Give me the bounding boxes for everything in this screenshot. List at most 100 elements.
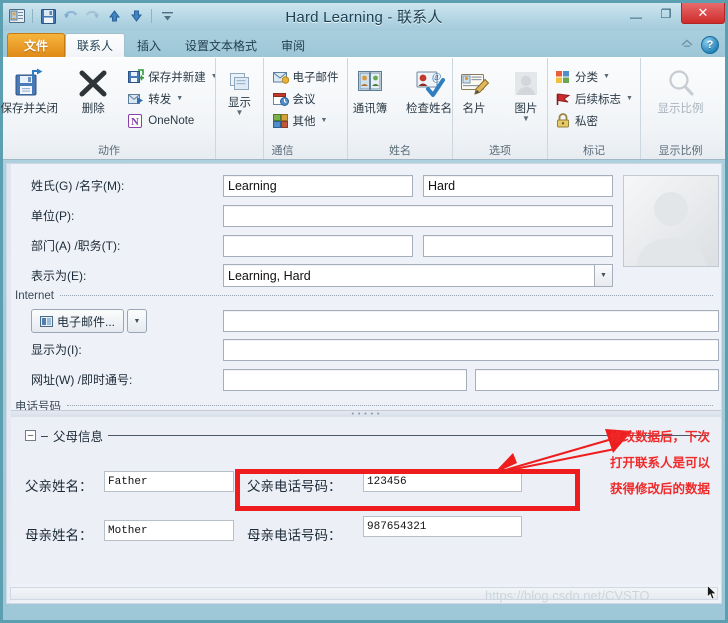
email-type-combo[interactable]: 电子邮件... ▼ xyxy=(31,309,148,333)
email-address-input[interactable] xyxy=(223,310,719,332)
save-icon[interactable] xyxy=(38,6,58,26)
email-book-icon xyxy=(40,315,53,328)
email-button[interactable]: 电子邮件 xyxy=(270,66,342,87)
categorize-button[interactable]: 分类 ▼ xyxy=(552,66,636,87)
private-button[interactable]: 私密 xyxy=(552,110,636,131)
delete-button[interactable]: 删除 xyxy=(61,64,125,117)
im-address-input[interactable] xyxy=(475,369,719,391)
web-page-input[interactable] xyxy=(223,369,467,391)
ribbon: 保存并关闭 删除 保存并新建 ▼ 转发 ▼ N OneNote 动作 显示 ▼ … xyxy=(0,57,725,160)
address-book-button[interactable]: 通讯簿 xyxy=(342,64,398,117)
chevron-down-icon[interactable]: ▼ xyxy=(522,115,530,123)
address-book-label: 通讯簿 xyxy=(352,103,388,115)
save-and-new-button[interactable]: 保存并新建 ▼ xyxy=(125,66,220,87)
tab-file[interactable]: 文件 xyxy=(7,33,66,57)
chevron-down-icon[interactable]: ▼ xyxy=(626,95,633,102)
department-input[interactable] xyxy=(223,235,413,257)
ribbon-group-options: 名片 图片 ▼ 选项 xyxy=(452,58,547,159)
father-name-label: 父亲姓名： xyxy=(25,479,93,494)
father-phone-label: 父亲电话号码： xyxy=(247,479,342,494)
check-names-icon: @ xyxy=(413,68,445,100)
forward-label: 转发 xyxy=(148,93,172,106)
company-input[interactable] xyxy=(223,205,613,227)
zoom-label: 显示比例 xyxy=(657,103,704,115)
show-button[interactable]: 显示 ▼ xyxy=(217,64,263,117)
customize-qat-icon[interactable] xyxy=(157,6,177,26)
follow-up-flag-icon xyxy=(555,91,571,107)
ribbon-tab-strip: 文件 联系人 插入 设置文本格式 审阅 ? xyxy=(3,31,725,57)
tab-review[interactable]: 审阅 xyxy=(269,33,317,57)
chevron-down-icon[interactable]: ▼ xyxy=(236,109,244,117)
mother-name-input[interactable]: Mother xyxy=(104,520,234,541)
save-and-close-button[interactable]: 保存并关闭 xyxy=(0,64,61,117)
save-new-icon xyxy=(128,68,145,85)
last-name-input[interactable]: Learning xyxy=(223,175,413,197)
categorize-label: 分类 xyxy=(575,71,599,84)
window-controls: — ❐ ✕ xyxy=(621,3,725,24)
private-lock-icon xyxy=(555,112,571,129)
display-as-input[interactable]: Learning, Hard xyxy=(223,264,595,287)
email-type-dropdown-arrow[interactable]: ▼ xyxy=(127,309,148,333)
email-label: 电子邮件 xyxy=(292,71,339,84)
annotation-line-1: 修改数据后，下次 xyxy=(610,430,711,444)
display-as-combo[interactable]: Learning, Hard ▼ xyxy=(223,264,613,287)
contact-photo[interactable] xyxy=(623,175,719,267)
delete-x-icon xyxy=(77,68,109,100)
email-display-as-input[interactable] xyxy=(223,339,719,361)
minimize-ribbon-icon[interactable] xyxy=(680,37,694,53)
email-type-label: 电子邮件... xyxy=(57,314,116,329)
more-label: 其他 xyxy=(292,115,316,128)
webpage-im-label: 网址(W) /即时通号: xyxy=(31,373,133,387)
ribbon-group-label-options: 选项 xyxy=(489,145,511,157)
chevron-down-icon[interactable]: ▼ xyxy=(603,73,610,80)
chevron-down-icon[interactable]: ▼ xyxy=(321,117,328,124)
mother-phone-input[interactable]: 987654321 xyxy=(363,516,522,537)
ribbon-group-label-actions: 动作 xyxy=(98,145,120,157)
up-arrow-icon[interactable] xyxy=(104,6,124,26)
tab-insert[interactable]: 插入 xyxy=(125,33,173,57)
forward-button[interactable]: 转发 ▼ xyxy=(125,88,220,109)
redo-icon[interactable] xyxy=(82,6,102,26)
email-type-button[interactable]: 电子邮件... xyxy=(31,309,125,333)
phone-section-rule xyxy=(67,405,713,407)
svg-text:N: N xyxy=(131,116,139,128)
picture-button[interactable]: 图片 ▼ xyxy=(502,64,550,123)
onenote-button[interactable]: N OneNote xyxy=(125,110,220,131)
minimize-button[interactable]: — xyxy=(621,3,651,28)
business-card-button[interactable]: 名片 xyxy=(450,64,498,117)
onenote-icon: N xyxy=(128,113,144,129)
annotation-line-3: 获得修改后的数据 xyxy=(610,482,711,496)
meeting-icon xyxy=(272,91,289,107)
undo-icon[interactable] xyxy=(60,6,80,26)
tab-format-text[interactable]: 设置文本格式 xyxy=(173,33,269,57)
forward-icon xyxy=(128,91,144,107)
tab-contact[interactable]: 联系人 xyxy=(65,33,126,57)
row-display-as: 表示为(E): xyxy=(31,267,86,284)
parent-info-section-header: – – 父母信息 xyxy=(25,426,707,445)
first-name-input[interactable]: Hard xyxy=(423,175,613,197)
father-phone-input[interactable]: 123456 xyxy=(363,471,522,492)
help-icon[interactable]: ? xyxy=(701,36,719,54)
more-button[interactable]: 其他 ▼ xyxy=(270,110,342,131)
father-name-input[interactable]: Father xyxy=(104,471,234,492)
collapse-toggle-icon[interactable]: – xyxy=(25,430,36,441)
ribbon-group-label-zoom: 显示比例 xyxy=(658,145,703,157)
zoom-button[interactable]: 显示比例 xyxy=(645,64,717,117)
ribbon-group-tags: 分类 ▼ 后续标志 ▼ 私密 标记 xyxy=(547,58,640,159)
chevron-down-icon[interactable]: ▼ xyxy=(176,95,183,102)
contact-card-icon[interactable] xyxy=(7,6,27,26)
job-title-input[interactable] xyxy=(423,235,613,257)
ribbon-group-actions: 保存并关闭 删除 保存并新建 ▼ 转发 ▼ N OneNote 动作 xyxy=(0,58,218,159)
ribbon-group-names: 通讯簿 @ 检查姓名 姓名 xyxy=(347,58,452,159)
meeting-button[interactable]: 会议 xyxy=(270,88,342,109)
row-webpage-im: 网址(W) /即时通号: xyxy=(31,371,132,388)
title-bar: Hard Learning - 联系人 — ❐ ✕ xyxy=(3,3,725,31)
down-arrow-icon[interactable] xyxy=(126,6,146,26)
internet-section-header: Internet xyxy=(15,290,713,302)
follow-up-button[interactable]: 后续标志 ▼ xyxy=(552,88,636,109)
zoom-magnifier-icon xyxy=(665,68,697,100)
qat-separator-2 xyxy=(151,9,152,23)
display-as-dropdown-arrow[interactable]: ▼ xyxy=(595,264,613,287)
close-button[interactable]: ✕ xyxy=(681,3,725,24)
maximize-button[interactable]: ❐ xyxy=(651,3,681,24)
